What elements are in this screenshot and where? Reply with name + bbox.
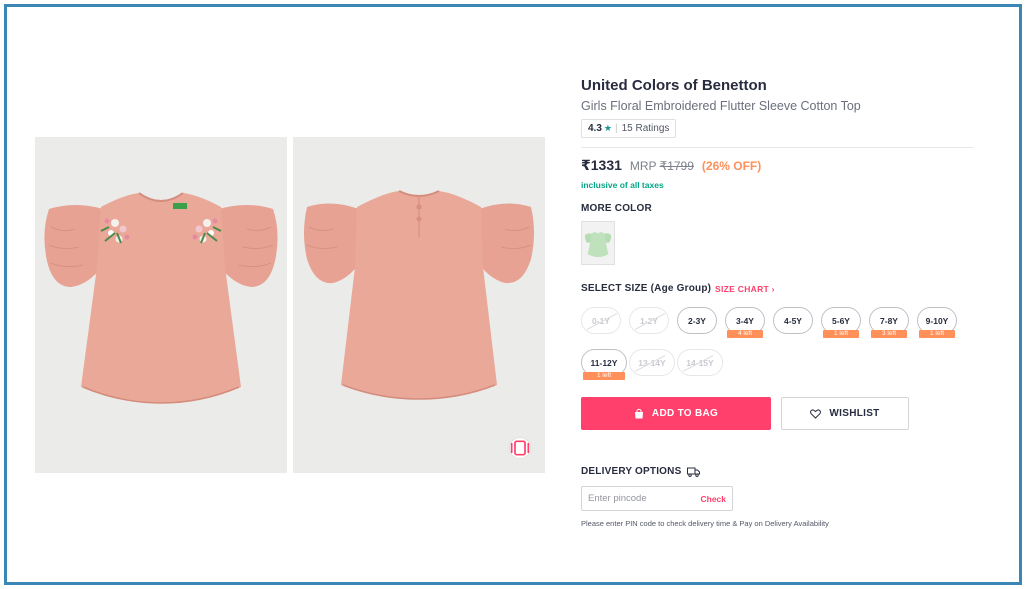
size-option-button[interactable]: 11-12Y 1 left xyxy=(581,349,627,380)
heart-icon xyxy=(810,408,822,419)
add-to-bag-label: ADD TO BAG xyxy=(651,408,719,419)
rating-count: 15 Ratings xyxy=(621,123,670,134)
pincode-help-text: Please enter PIN code to check delivery … xyxy=(581,519,829,528)
bag-icon xyxy=(634,408,643,419)
top-front-illustration xyxy=(35,137,287,473)
stock-left-tag: 1 left xyxy=(583,372,625,380)
select-size-heading: SELECT SIZE (Age Group) xyxy=(581,283,712,294)
brand-name[interactable]: United Colors of Benetton xyxy=(581,77,767,94)
price-row: ₹1331 MRP ₹1799 (26% OFF) xyxy=(581,157,761,174)
size-option-button[interactable]: 3-4Y 4 left xyxy=(725,307,765,338)
size-option-button[interactable]: 4-5Y xyxy=(773,307,813,334)
size-option-button[interactable]: 9-10Y 1 left xyxy=(917,307,957,338)
size-option-label: 3-4Y xyxy=(736,315,754,326)
more-color-heading: MORE COLOR xyxy=(581,203,652,214)
stock-left-tag: 1 left xyxy=(919,330,955,338)
rating-value: 4.3 xyxy=(588,123,602,134)
green-top-thumbnail xyxy=(582,222,614,264)
truck-icon xyxy=(687,467,701,477)
size-chart-link[interactable]: SIZE CHART › xyxy=(715,284,775,294)
product-title: Girls Floral Embroidered Flutter Sleeve … xyxy=(581,99,861,113)
discount-percent: (26% OFF) xyxy=(701,159,762,173)
delivery-options-heading: DELIVERY OPTIONS xyxy=(581,466,701,477)
product-image-back[interactable] xyxy=(293,137,545,473)
stock-left-tag: 1 left xyxy=(823,330,859,338)
tax-note: inclusive of all taxes xyxy=(581,180,664,190)
product-image-front[interactable] xyxy=(35,137,287,473)
size-option-label: 4-5Y xyxy=(784,315,802,326)
pincode-input[interactable] xyxy=(588,493,688,504)
star-icon: ★ xyxy=(603,123,612,133)
top-back-illustration xyxy=(293,137,545,473)
size-option-button: 13-14Y xyxy=(629,349,675,376)
size-option-button[interactable]: 2-3Y xyxy=(677,307,717,334)
wishlist-button[interactable]: WISHLIST xyxy=(781,397,909,430)
selling-price: ₹1331 xyxy=(581,157,622,173)
rating-separator: | xyxy=(614,123,618,134)
color-option-thumbnail[interactable] xyxy=(581,221,615,265)
divider xyxy=(581,147,974,148)
similar-products-icon[interactable] xyxy=(509,437,531,459)
size-option-button[interactable]: 7-8Y 3 left xyxy=(869,307,909,338)
size-option-label: 11-12Y xyxy=(590,357,618,368)
wishlist-label: WISHLIST xyxy=(829,408,880,419)
size-option-label: 5-6Y xyxy=(832,315,850,326)
size-option-button: 1-2Y xyxy=(629,307,669,334)
rating-badge[interactable]: 4.3 ★ | 15 Ratings xyxy=(581,119,677,138)
size-option-label: 7-8Y xyxy=(880,315,898,326)
mrp-label: MRP xyxy=(629,159,657,173)
mrp-price: ₹1799 xyxy=(659,159,694,173)
size-option-label: 2-3Y xyxy=(688,315,706,326)
check-pincode-button[interactable]: Check xyxy=(700,494,726,504)
size-option-button[interactable]: 5-6Y 1 left xyxy=(821,307,861,338)
size-option-button: 14-15Y xyxy=(677,349,723,376)
stock-left-tag: 4 left xyxy=(727,330,763,338)
add-to-bag-button[interactable]: ADD TO BAG xyxy=(581,397,771,430)
pincode-box: Check xyxy=(581,486,733,511)
size-option-label: 9-10Y xyxy=(925,315,949,326)
delivery-options-label: DELIVERY OPTIONS xyxy=(581,466,682,477)
stock-left-tag: 3 left xyxy=(871,330,907,338)
size-option-button: 0-1Y xyxy=(581,307,621,334)
